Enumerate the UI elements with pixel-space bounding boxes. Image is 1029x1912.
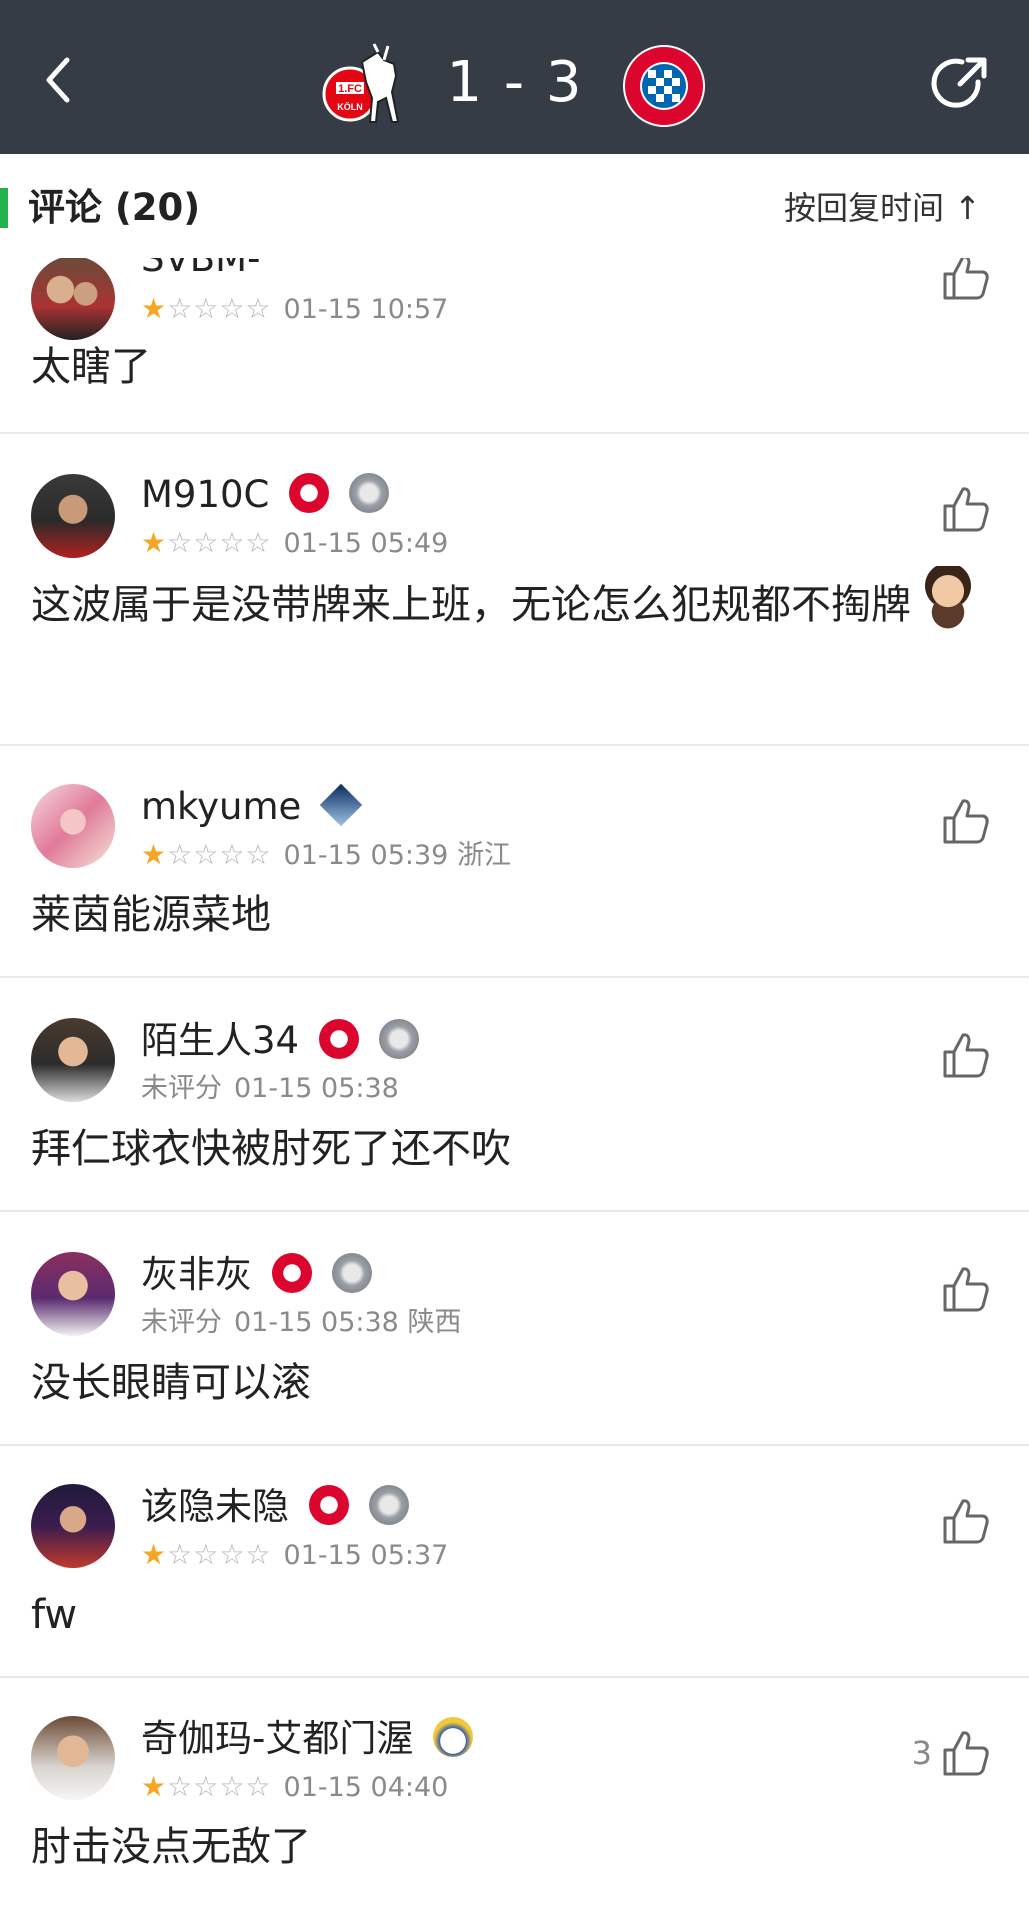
thumbs-up-icon [943, 799, 989, 844]
share-button[interactable] [928, 52, 992, 116]
trophy-badge-icon [368, 1484, 409, 1525]
comment-meta: 未评分 01-15 05:38 [141, 1073, 399, 1104]
username[interactable]: M910C [141, 472, 389, 518]
avatar[interactable] [31, 1716, 115, 1800]
comment-item: 奇伽玛-艾都门渥 ★☆☆☆☆ 01-15 04:40 肘击没点无敌了 3 [0, 1678, 1029, 1912]
comment-meta: ★☆☆☆☆ 01-15 05:37 [141, 1538, 449, 1571]
share-arrow-icon [931, 57, 987, 108]
comment-text: 没长眼睛可以滚 [31, 1360, 311, 1406]
svg-text:KÖLN: KÖLN [337, 102, 363, 112]
real-madrid-badge-icon [433, 1716, 474, 1757]
username[interactable]: SVBM- [141, 258, 260, 282]
chevron-left-icon [46, 57, 70, 103]
rating-stars: ★☆☆☆☆ [141, 292, 272, 325]
trophy-badge-icon [348, 472, 389, 513]
username[interactable]: 该隐未隐 [141, 1484, 409, 1530]
comments-title: 评论 (20) [28, 186, 201, 229]
avatar[interactable] [31, 1484, 115, 1568]
thumbs-up-icon [943, 258, 989, 300]
comment-text: fw [31, 1592, 78, 1638]
comment-item: M910C ★☆☆☆☆ 01-15 05:49 这波属于是没带牌来上班，无论怎么犯… [0, 434, 1029, 746]
comment-text: 太瞎了 [31, 344, 151, 390]
comments-section-header: 评论 (20) 按回复时间 ↑ [0, 154, 1029, 258]
thumbs-up-icon [943, 1731, 989, 1776]
rating-stars: ★☆☆☆☆ [141, 1538, 272, 1571]
trophy-badge-icon [331, 1252, 372, 1293]
koln-logo-icon: 1.FC KÖLN [322, 43, 400, 123]
cartoon-face-emoji-icon [915, 566, 981, 632]
thumbs-up-icon [943, 1033, 989, 1078]
rating-stars: ★☆☆☆☆ [141, 838, 272, 871]
username[interactable]: 灰非灰 [141, 1252, 372, 1298]
comment-text: 莱茵能源菜地 [31, 892, 271, 938]
username[interactable]: mkyume [141, 783, 363, 830]
thumbs-up-icon [943, 1267, 989, 1312]
away-team-logo [622, 44, 706, 128]
bayern-badge-icon [318, 1018, 359, 1059]
bayern-badge-icon [271, 1252, 312, 1293]
like-count: 3 [911, 1734, 932, 1772]
thumbs-up-icon [943, 487, 989, 532]
avatar[interactable] [31, 784, 115, 868]
like-button[interactable] [941, 1496, 991, 1546]
comment-meta: ★☆☆☆☆ 01-15 05:39 浙江 [141, 838, 511, 871]
back-button[interactable] [34, 52, 82, 108]
match-header: 1.FC KÖLN 1 - 3 [0, 0, 1029, 154]
comment-item: 陌生人34 未评分 01-15 05:38 拜仁球衣快被肘死了还不吹 [0, 978, 1029, 1212]
svg-text:1.FC: 1.FC [338, 83, 362, 95]
comment-meta: ★☆☆☆☆ 01-15 04:40 [141, 1770, 449, 1803]
home-team-logo: 1.FC KÖLN [322, 42, 408, 128]
trophy-badge-icon [378, 1018, 419, 1059]
rating-stars: ★☆☆☆☆ [141, 1770, 272, 1803]
sort-by-reply-time-button[interactable]: 按回复时间 ↑ [784, 186, 981, 230]
comment-text: 拜仁球衣快被肘死了还不吹 [31, 1126, 511, 1172]
match-score: 1 - 3 [446, 50, 584, 115]
comment-text: 这波属于是没带牌来上班，无论怎么犯规都不掏牌 [31, 566, 989, 642]
comment-text: 肘击没点无敌了 [31, 1824, 311, 1870]
bayern-badge-icon [308, 1484, 349, 1525]
username[interactable]: 奇伽玛-艾都门渥 [141, 1716, 474, 1762]
comment-item: 灰非灰 未评分 01-15 05:38 陕西 没长眼睛可以滚 [0, 1212, 1029, 1446]
bayern-logo-icon [623, 45, 705, 127]
thumbs-up-icon [943, 1499, 989, 1544]
like-button[interactable] [941, 484, 991, 534]
vancouver-badge-icon [319, 783, 363, 826]
comment-meta: ★☆☆☆☆ 01-15 05:49 [141, 526, 449, 559]
like-button[interactable] [941, 1030, 991, 1080]
rating-stars: ★☆☆☆☆ [141, 526, 272, 559]
avatar[interactable] [31, 474, 115, 558]
avatar[interactable] [31, 258, 115, 340]
comment-item: SVBM- ★☆☆☆☆ 01-15 10:57 太瞎了 [0, 258, 1029, 434]
like-button[interactable] [941, 796, 991, 846]
like-button[interactable] [941, 1264, 991, 1314]
bayern-badge-icon [289, 472, 330, 513]
comment-item: mkyume ★☆☆☆☆ 01-15 05:39 浙江 莱茵能源菜地 [0, 746, 1029, 978]
username[interactable]: 陌生人34 [141, 1018, 419, 1064]
section-accent-bar [0, 188, 8, 228]
comment-item: 该隐未隐 ★☆☆☆☆ 01-15 05:37 fw [0, 1446, 1029, 1678]
comment-meta: 未评分 01-15 05:38 陕西 [141, 1307, 462, 1338]
avatar[interactable] [31, 1018, 115, 1102]
like-button[interactable] [941, 258, 991, 302]
like-button[interactable] [941, 1728, 991, 1778]
comment-meta: ★☆☆☆☆ 01-15 10:57 [141, 292, 449, 325]
avatar[interactable] [31, 1252, 115, 1336]
